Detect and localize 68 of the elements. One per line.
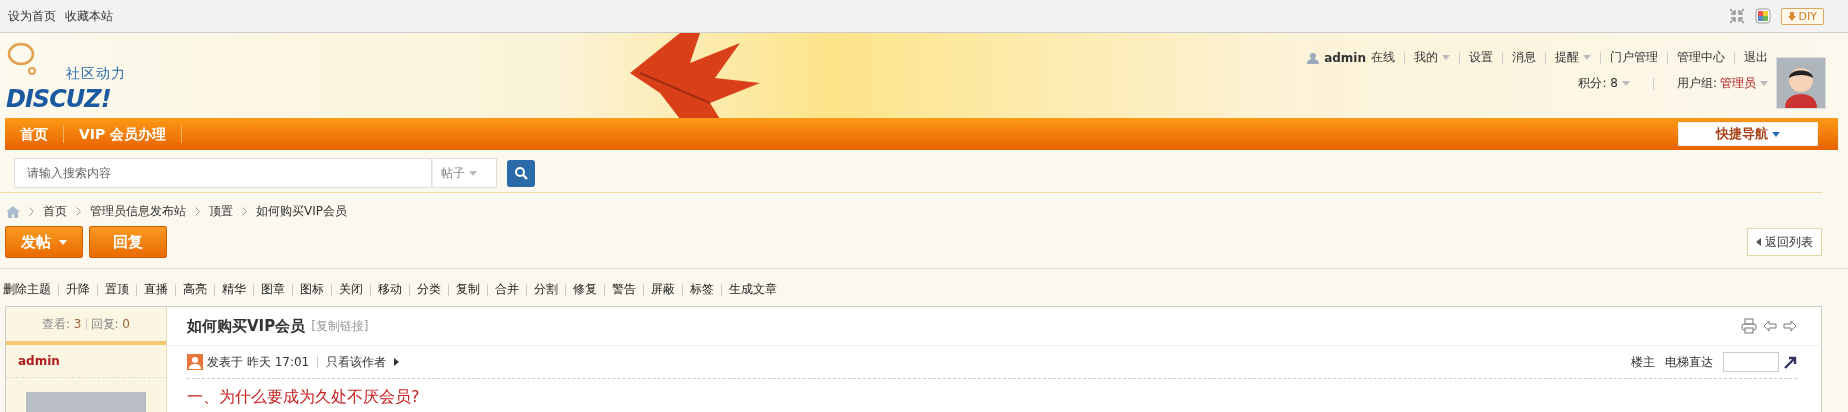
moderation-link[interactable]: 标签 xyxy=(690,281,714,298)
moderation-link[interactable]: 合并 xyxy=(495,281,519,298)
download-arrow-icon xyxy=(1787,11,1796,21)
moderation-link[interactable]: 图标 xyxy=(300,281,324,298)
breadcrumb-link[interactable]: 管理员信息发布站 xyxy=(90,203,186,220)
moderation-link[interactable]: 升降 xyxy=(66,281,90,298)
moderation-link[interactable]: 精华 xyxy=(222,281,246,298)
user-menu-link[interactable]: 管理中心 xyxy=(1677,49,1725,66)
moderation-link[interactable]: 修复 xyxy=(573,281,597,298)
moderation-link[interactable]: 置顶 xyxy=(105,281,129,298)
breadcrumb-link[interactable]: 首页 xyxy=(43,203,67,220)
moderation-link[interactable]: 移动 xyxy=(378,281,402,298)
moderation-link[interactable]: 生成文章 xyxy=(729,281,777,298)
chevron-icon xyxy=(195,207,200,216)
print-icon[interactable] xyxy=(1741,318,1757,334)
collapse-icon[interactable] xyxy=(1728,8,1745,24)
search-field[interactable]: 请输入搜索内容 xyxy=(14,158,432,188)
color-palette-icon[interactable] xyxy=(1754,8,1771,24)
user-menu-link[interactable]: 退出 xyxy=(1744,49,1768,66)
post-heading: 一、为什么要成为久处不厌会员? xyxy=(186,386,421,408)
play-icon xyxy=(394,358,400,366)
credits-link[interactable]: 积分: 8 xyxy=(1578,75,1630,92)
next-arrow-icon[interactable] xyxy=(1783,319,1797,333)
chevron-icon xyxy=(76,207,81,216)
moderation-link[interactable]: 屏蔽 xyxy=(651,281,675,298)
search-icon xyxy=(514,166,528,180)
floor-label: 楼主 xyxy=(1631,353,1655,371)
user-group-link[interactable]: 用户组: 管理员 xyxy=(1676,75,1768,92)
previous-arrow-icon[interactable] xyxy=(1763,319,1777,333)
online-status: 在线 xyxy=(1371,49,1395,66)
user-menu-link[interactable]: 提醒 xyxy=(1555,49,1591,66)
search-button[interactable] xyxy=(507,159,535,187)
user-menu-link[interactable]: 设置 xyxy=(1469,49,1493,66)
go-arrow-icon[interactable] xyxy=(1783,355,1797,369)
user-menu-link[interactable]: 门户管理 xyxy=(1610,49,1658,66)
moderation-link[interactable]: 删除主题 xyxy=(3,281,51,298)
quick-nav-button[interactable]: 快捷导航 xyxy=(1678,122,1818,146)
post-time: 发表于 昨天 17:01 xyxy=(207,353,310,371)
moderation-link[interactable]: 图章 xyxy=(261,281,285,298)
author-only-link[interactable]: 只看该作者 xyxy=(326,353,387,371)
author-link[interactable]: admin xyxy=(18,354,60,368)
search-scope-dropdown[interactable]: 帖子 xyxy=(432,158,497,188)
breadcrumb-link[interactable]: 顶置 xyxy=(209,203,233,220)
user-menu-link[interactable]: 消息 xyxy=(1512,49,1536,66)
user-menu-link[interactable]: 我的 xyxy=(1414,49,1450,66)
moderation-link[interactable]: 分割 xyxy=(534,281,558,298)
thread-title: 如何购买VIP会员 xyxy=(187,316,306,336)
moderation-link[interactable]: 高亮 xyxy=(183,281,207,298)
logo[interactable]: 社区动力 DISCUZ! xyxy=(4,41,144,111)
replies-count: 回复: 0 xyxy=(90,315,130,333)
top-link[interactable]: 设为首页 xyxy=(8,7,56,25)
author-icon xyxy=(187,354,203,370)
breadcrumb-link[interactable]: 如何购买VIP会员 xyxy=(256,203,347,220)
top-link[interactable]: 收藏本站 xyxy=(65,7,113,25)
username-link[interactable]: admin xyxy=(1324,50,1366,65)
chevron-icon xyxy=(29,207,34,216)
moderation-link[interactable]: 直播 xyxy=(144,281,168,298)
moderation-link[interactable]: 关闭 xyxy=(339,281,363,298)
moderation-link[interactable]: 警告 xyxy=(612,281,636,298)
views-count: 查看: 3 xyxy=(42,315,82,333)
user-icon xyxy=(1307,51,1320,64)
moderation-link[interactable]: 复制 xyxy=(456,281,480,298)
jump-label: 电梯直达 xyxy=(1665,353,1713,371)
floor-input[interactable] xyxy=(1723,352,1779,372)
chevron-icon xyxy=(242,207,247,216)
back-to-list-button[interactable]: 返回列表 xyxy=(1747,228,1822,256)
moderation-link[interactable]: 分类 xyxy=(417,281,441,298)
avatar[interactable] xyxy=(1776,57,1826,109)
